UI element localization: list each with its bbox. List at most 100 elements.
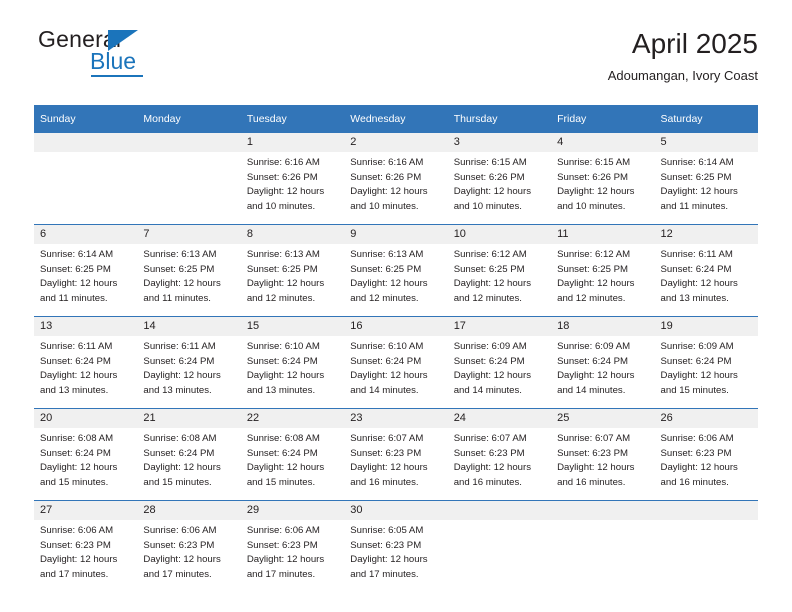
calendar-day-cell[interactable]: 8 Sunrise: 6:13 AM Sunset: 6:25 PM Daylight…	[240, 224, 345, 317]
day-details: Sunrise: 6:10 AM Sunset: 6:24 PM Daylight:…	[344, 336, 447, 408]
day-number	[654, 501, 758, 520]
calendar-week-row: 27 Sunrise: 6:06 AM Sunset: 6:23 PM Dayligh…	[34, 500, 758, 592]
sunrise-text: Sunrise: 6:06 AM	[40, 525, 114, 536]
sunset-text: Sunset: 6:23 PM	[660, 447, 732, 459]
day-details: Sunrise: 6:07 AM Sunset: 6:23 PM Daylight:…	[551, 428, 654, 500]
day-number: 11	[551, 225, 655, 244]
day-number	[447, 501, 552, 520]
day-number	[34, 133, 138, 152]
day-details: Sunrise: 6:13 AM Sunset: 6:25 PM Daylight:…	[137, 244, 240, 316]
day-number: 30	[344, 501, 448, 520]
day-number: 13	[34, 317, 138, 336]
day-number: 16	[344, 317, 448, 336]
calendar-day-cell[interactable]: 20 Sunrise: 6:08 AM Sunset: 6:24 PM Dayligh…	[34, 408, 138, 501]
day-details: Sunrise: 6:10 AM Sunset: 6:24 PM Daylight:…	[241, 336, 344, 408]
sunrise-text: Sunrise: 6:13 AM	[350, 249, 424, 260]
calendar-day-cell[interactable]: 12 Sunrise: 6:11 AM Sunset: 6:24 PM Dayligh…	[654, 224, 758, 317]
calendar-day-cell-empty	[34, 133, 138, 225]
sunrise-text: Sunrise: 6:16 AM	[350, 157, 424, 168]
calendar-day-cell-empty	[654, 500, 758, 592]
daylight-text-line1: Daylight: 12 hours	[660, 186, 738, 197]
calendar-day-cell[interactable]: 1 Sunrise: 6:16 AM Sunset: 6:26 PM Daylight…	[240, 133, 345, 225]
day-details: Sunrise: 6:05 AM Sunset: 6:23 PM Daylight:…	[344, 520, 447, 592]
calendar-header-row: Sunday Monday Tuesday Wednesday Thursday Frid…	[34, 105, 758, 133]
calendar-day-cell[interactable]: 11 Sunrise: 6:12 AM Sunset: 6:25 PM Dayligh…	[551, 224, 655, 317]
calendar-day-cell[interactable]: 30 Sunrise: 6:05 AM Sunset: 6:23 PM Dayligh…	[344, 500, 448, 592]
calendar-day-cell[interactable]: 10 Sunrise: 6:12 AM Sunset: 6:25 PM Dayligh…	[447, 224, 552, 317]
sunset-text: Sunset: 6:25 PM	[143, 263, 215, 275]
calendar-day-cell[interactable]: 9 Sunrise: 6:13 AM Sunset: 6:25 PM Daylight…	[344, 224, 448, 317]
sunrise-text: Sunrise: 6:11 AM	[40, 341, 113, 352]
calendar-day-cell[interactable]: 24 Sunrise: 6:07 AM Sunset: 6:23 PM Dayligh…	[447, 408, 552, 501]
weekday-header-friday: Friday	[551, 105, 655, 133]
day-details	[655, 520, 758, 592]
calendar-day-cell[interactable]: 7 Sunrise: 6:13 AM Sunset: 6:25 PM Daylight…	[137, 224, 241, 317]
page-header: General Blue April 2025 Adoumangan, Ivor…	[34, 28, 758, 98]
day-details: Sunrise: 6:06 AM Sunset: 6:23 PM Daylight:…	[655, 428, 758, 500]
sunset-text: Sunset: 6:25 PM	[660, 171, 732, 183]
day-details: Sunrise: 6:11 AM Sunset: 6:24 PM Daylight:…	[655, 244, 758, 316]
calendar-day-cell[interactable]: 22 Sunrise: 6:08 AM Sunset: 6:24 PM Dayligh…	[240, 408, 345, 501]
calendar-day-cell[interactable]: 5 Sunrise: 6:14 AM Sunset: 6:25 PM Daylight…	[654, 133, 758, 225]
daylight-text-line2: and 15 minutes.	[40, 476, 109, 488]
daylight-text-line1: Daylight: 12 hours	[350, 462, 428, 473]
calendar-day-cell[interactable]: 17 Sunrise: 6:09 AM Sunset: 6:24 PM Dayligh…	[447, 316, 552, 409]
sunset-text: Sunset: 6:26 PM	[557, 171, 629, 183]
daylight-text-line1: Daylight: 12 hours	[557, 370, 635, 381]
daylight-text-line2: and 11 minutes.	[143, 292, 211, 304]
calendar-day-cell[interactable]: 15 Sunrise: 6:10 AM Sunset: 6:24 PM Dayligh…	[240, 316, 345, 409]
sunrise-text: Sunrise: 6:11 AM	[660, 249, 733, 260]
calendar-grid: Sunday Monday Tuesday Wednesday Thursday Frid…	[34, 105, 758, 592]
day-number: 5	[654, 133, 758, 152]
sunset-text: Sunset: 6:25 PM	[453, 263, 525, 275]
calendar-day-cell[interactable]: 14 Sunrise: 6:11 AM Sunset: 6:24 PM Dayligh…	[137, 316, 241, 409]
calendar-day-cell[interactable]: 3 Sunrise: 6:15 AM Sunset: 6:26 PM Daylight…	[447, 133, 552, 225]
calendar-day-cell[interactable]: 4 Sunrise: 6:15 AM Sunset: 6:26 PM Daylight…	[551, 133, 655, 225]
day-number: 2	[344, 133, 448, 152]
day-details: Sunrise: 6:13 AM Sunset: 6:25 PM Daylight:…	[344, 244, 447, 316]
calendar-day-cell[interactable]: 28 Sunrise: 6:06 AM Sunset: 6:23 PM Dayligh…	[137, 500, 241, 592]
calendar-day-cell[interactable]: 21 Sunrise: 6:08 AM Sunset: 6:24 PM Dayligh…	[137, 408, 241, 501]
sunrise-text: Sunrise: 6:16 AM	[246, 157, 320, 168]
sunset-text: Sunset: 6:23 PM	[40, 539, 111, 551]
calendar-day-cell[interactable]: 29 Sunrise: 6:06 AM Sunset: 6:23 PM Dayligh…	[240, 500, 345, 592]
daylight-text-line1: Daylight: 12 hours	[350, 370, 428, 381]
daylight-text-line1: Daylight: 12 hours	[246, 462, 325, 473]
calendar-day-cell[interactable]: 16 Sunrise: 6:10 AM Sunset: 6:24 PM Dayligh…	[344, 316, 448, 409]
daylight-text-line2: and 14 minutes.	[453, 384, 522, 396]
sunset-text: Sunset: 6:24 PM	[557, 355, 629, 367]
weekday-header-monday: Monday	[137, 105, 241, 133]
day-details: Sunrise: 6:15 AM Sunset: 6:26 PM Daylight:…	[551, 152, 654, 224]
calendar-day-cell[interactable]: 26 Sunrise: 6:06 AM Sunset: 6:23 PM Dayligh…	[654, 408, 758, 501]
calendar-day-cell[interactable]: 19 Sunrise: 6:09 AM Sunset: 6:24 PM Dayligh…	[654, 316, 758, 409]
daylight-text-line1: Daylight: 12 hours	[143, 462, 221, 473]
calendar-day-cell[interactable]: 18 Sunrise: 6:09 AM Sunset: 6:24 PM Dayligh…	[551, 316, 655, 409]
sunset-text: Sunset: 6:26 PM	[453, 171, 525, 183]
daylight-text-line2: and 10 minutes.	[557, 200, 626, 212]
sunset-text: Sunset: 6:26 PM	[350, 171, 422, 183]
daylight-text-line1: Daylight: 12 hours	[246, 186, 325, 197]
daylight-text-line2: and 13 minutes.	[660, 292, 729, 304]
daylight-text-line1: Daylight: 12 hours	[660, 278, 738, 289]
daylight-text-line1: Daylight: 12 hours	[40, 554, 118, 565]
daylight-text-line2: and 11 minutes.	[40, 292, 108, 304]
sunrise-text: Sunrise: 6:06 AM	[246, 525, 320, 536]
calendar-week-row: 6 Sunrise: 6:14 AM Sunset: 6:25 PM Daylight…	[34, 224, 758, 317]
day-number: 20	[34, 409, 138, 428]
sunset-text: Sunset: 6:23 PM	[350, 539, 422, 551]
calendar-day-cell[interactable]: 25 Sunrise: 6:07 AM Sunset: 6:23 PM Dayligh…	[551, 408, 655, 501]
daylight-text-line2: and 16 minutes.	[557, 476, 626, 488]
daylight-text-line2: and 17 minutes.	[246, 568, 316, 580]
sunrise-text: Sunrise: 6:06 AM	[143, 525, 217, 536]
calendar-day-cell[interactable]: 2 Sunrise: 6:16 AM Sunset: 6:26 PM Daylight…	[344, 133, 448, 225]
day-number: 14	[137, 317, 241, 336]
sunset-text: Sunset: 6:24 PM	[453, 355, 525, 367]
calendar-page: General Blue April 2025 Adoumangan, Ivor…	[0, 0, 792, 612]
day-details: Sunrise: 6:12 AM Sunset: 6:25 PM Daylight:…	[551, 244, 654, 316]
calendar-day-cell[interactable]: 6 Sunrise: 6:14 AM Sunset: 6:25 PM Daylight…	[34, 224, 138, 317]
daylight-text-line1: Daylight: 12 hours	[246, 370, 325, 381]
calendar-day-cell[interactable]: 27 Sunrise: 6:06 AM Sunset: 6:23 PM Dayligh…	[34, 500, 138, 592]
calendar-day-cell[interactable]: 13 Sunrise: 6:11 AM Sunset: 6:24 PM Dayligh…	[34, 316, 138, 409]
calendar-day-cell[interactable]: 23 Sunrise: 6:07 AM Sunset: 6:23 PM Dayligh…	[344, 408, 448, 501]
day-details: Sunrise: 6:14 AM Sunset: 6:25 PM Daylight:…	[655, 152, 758, 224]
